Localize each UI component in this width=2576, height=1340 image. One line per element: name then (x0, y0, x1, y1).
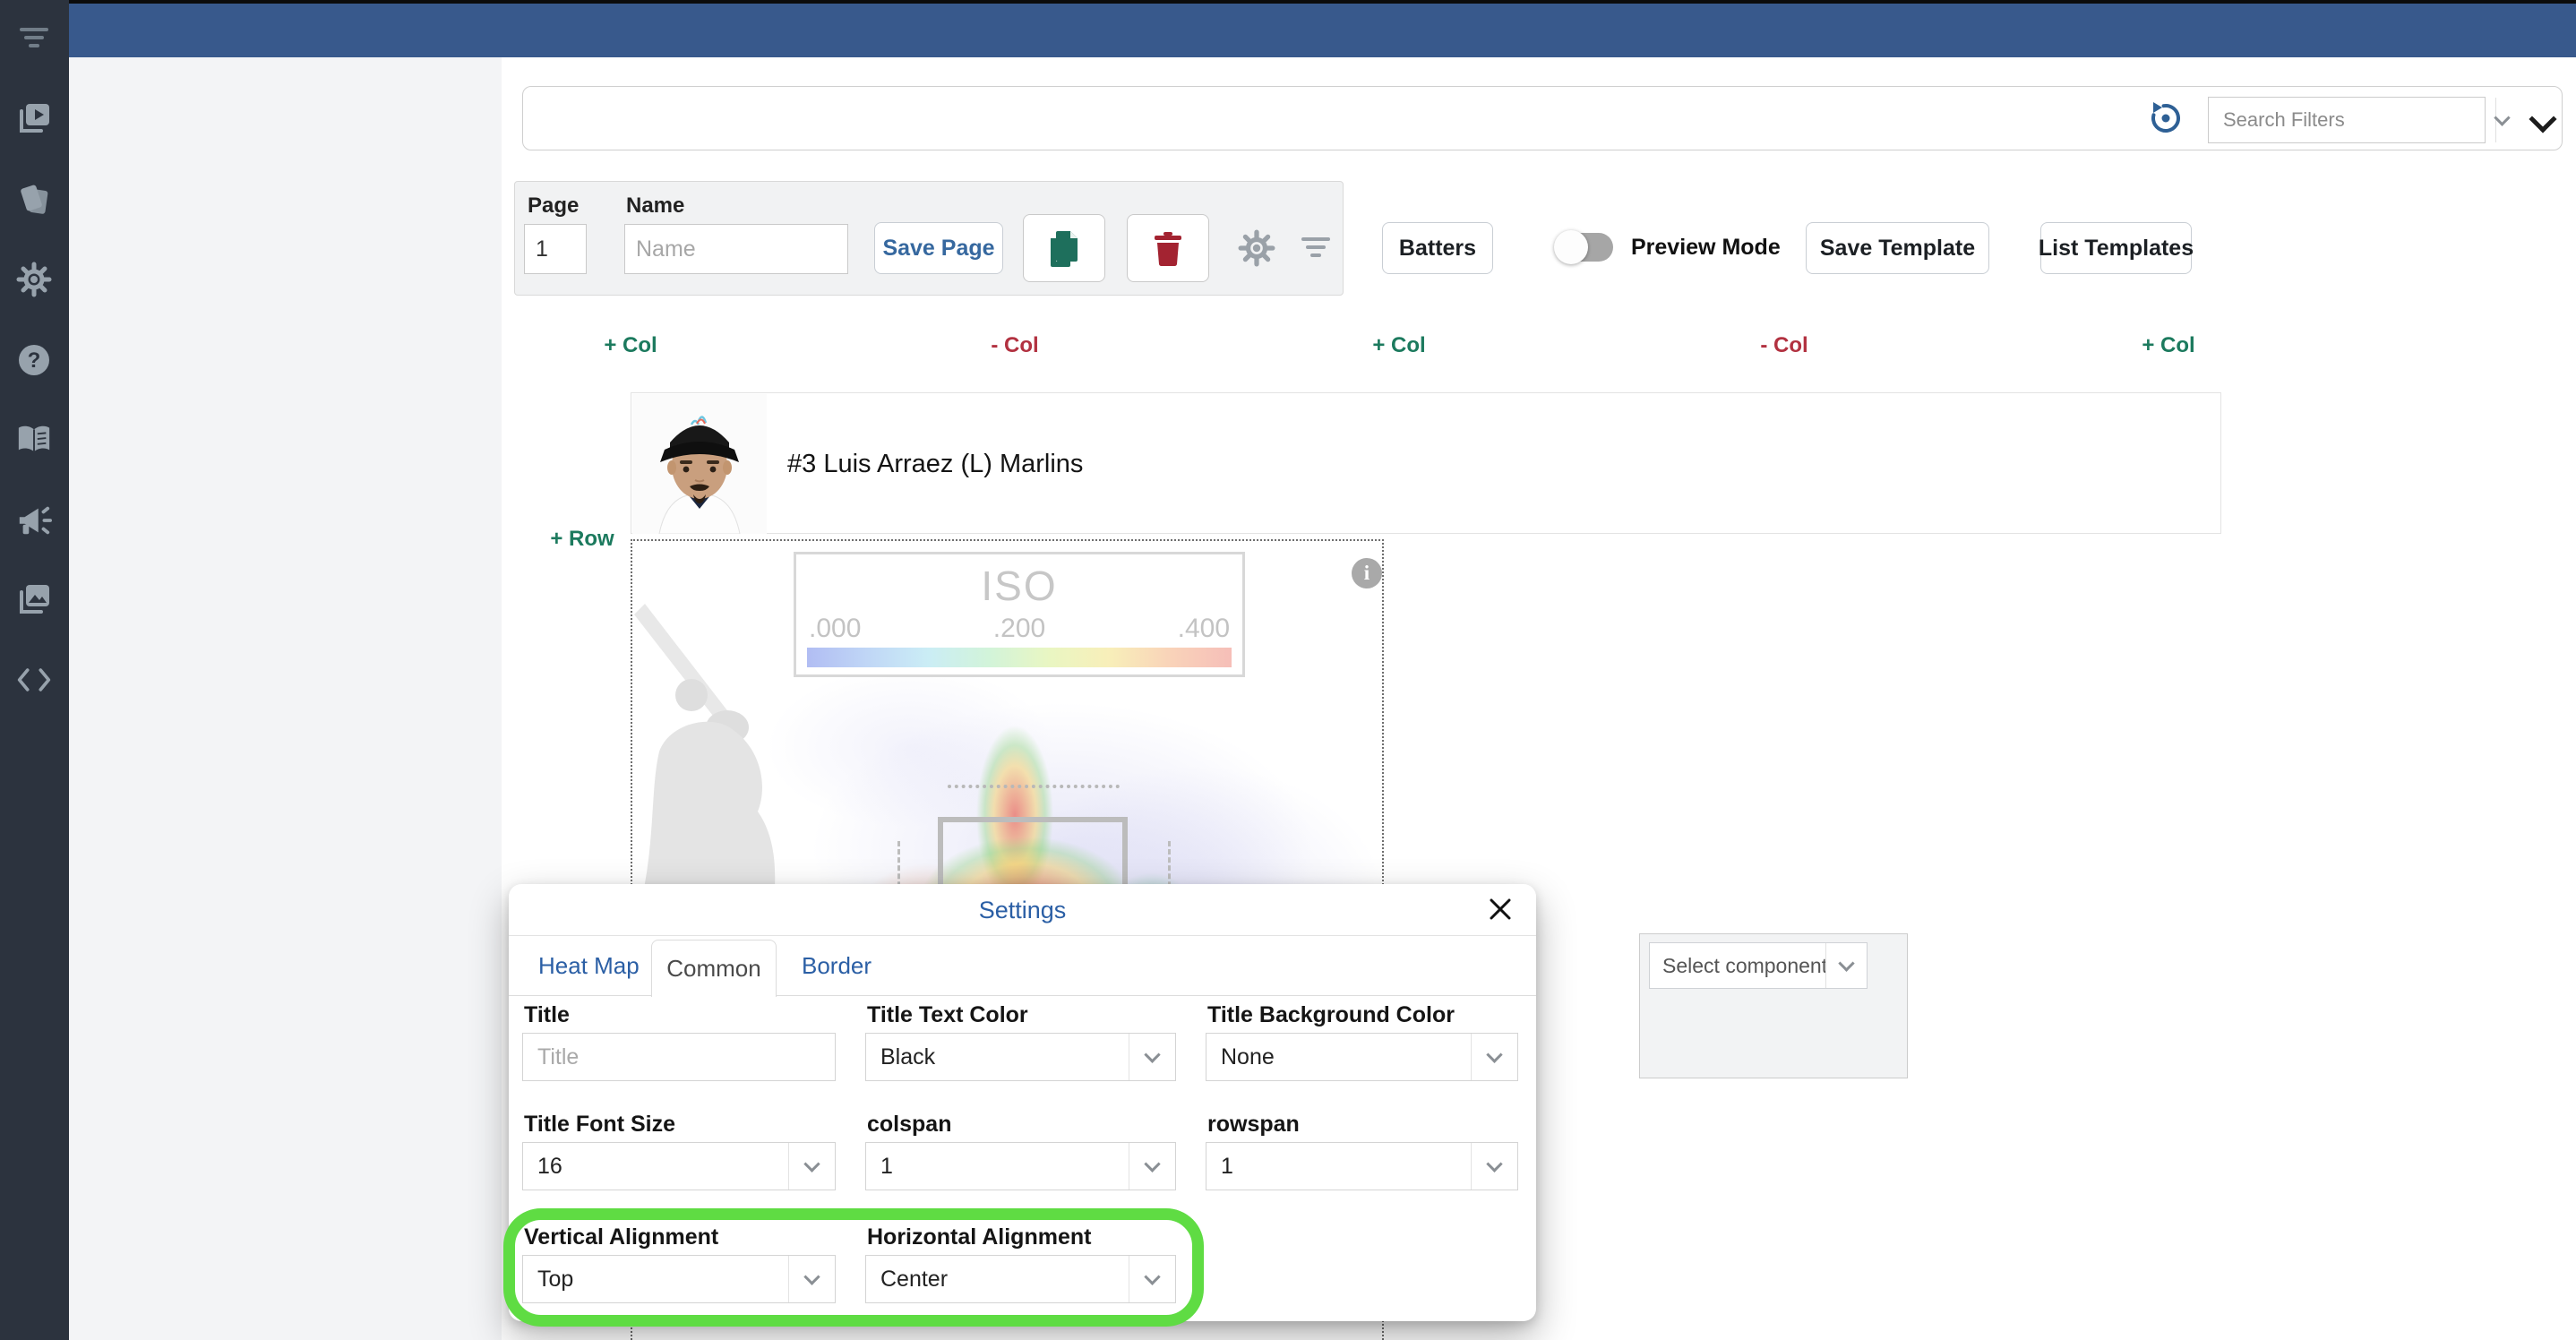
title-bg-color-value: None (1206, 1034, 1471, 1080)
report-sidebar (69, 57, 502, 1340)
add-col-link[interactable]: + Col (2142, 333, 2194, 358)
filter-history-icon[interactable] (2146, 99, 2185, 142)
vertical-alignment-value: Top (523, 1256, 788, 1302)
title-text-color-label: Title Text Color (867, 1002, 1028, 1028)
rowspan-label: rowspan (1207, 1112, 1300, 1138)
trash-icon (1153, 230, 1183, 266)
svg-text:?: ? (28, 348, 41, 373)
title-text-color-value: Black (866, 1034, 1129, 1080)
settings-modal: Settings Heat Map Common Border Title Ti… (509, 884, 1536, 1321)
settings-gear-icon[interactable] (16, 262, 52, 297)
close-icon[interactable] (1484, 893, 1516, 925)
colspan-select[interactable]: 1 (865, 1142, 1176, 1190)
horizontal-alignment-label: Horizontal Alignment (867, 1224, 1091, 1250)
colspan-label: colspan (867, 1112, 951, 1138)
code-icon[interactable] (16, 662, 52, 698)
heatmap-title: ISO (796, 562, 1242, 610)
heatmap-legend: ISO .000 .200 .400 (794, 552, 1245, 677)
chevron-down-icon (788, 1256, 835, 1302)
horizontal-alignment-value: Center (866, 1256, 1129, 1302)
vertical-alignment-select[interactable]: Top (522, 1255, 836, 1303)
video-library-icon[interactable] (16, 100, 52, 136)
chevron-down-icon (788, 1143, 835, 1190)
title-input[interactable] (522, 1033, 836, 1081)
title-font-size-label: Title Font Size (524, 1112, 675, 1138)
chevron-down-icon[interactable] (2495, 98, 2508, 142)
player-header-card: #3 Luis Arraez (L) Marlins (631, 392, 2221, 534)
chevron-down-icon (1129, 1034, 1175, 1080)
top-black-strip (0, 0, 2576, 4)
save-template-button[interactable]: Save Template (1806, 222, 1989, 274)
search-filters-combobox[interactable] (2208, 97, 2486, 143)
chevron-down-icon (1471, 1034, 1517, 1080)
remove-col-link[interactable]: - Col (991, 333, 1038, 358)
legend-tick-mid: .200 (796, 614, 1242, 644)
playbook-icon[interactable] (16, 422, 52, 458)
title-label: Title (524, 1002, 570, 1028)
tab-border[interactable]: Border (802, 936, 872, 996)
swatches-icon[interactable] (16, 181, 52, 217)
help-icon[interactable]: ? (16, 342, 52, 378)
player-photo (632, 394, 767, 534)
vertical-alignment-label: Vertical Alignment (524, 1224, 718, 1250)
add-col-link[interactable]: + Col (1372, 333, 1425, 358)
component-picker-panel: Select component (1639, 933, 1908, 1078)
delete-page-button[interactable] (1127, 214, 1209, 282)
rowspan-value: 1 (1206, 1143, 1471, 1190)
title-font-size-value: 16 (523, 1143, 788, 1190)
page-name-input[interactable] (624, 224, 848, 274)
toggle-knob (1554, 230, 1588, 264)
tab-common[interactable]: Common (651, 940, 777, 997)
remove-col-link[interactable]: - Col (1760, 333, 1807, 358)
preview-mode-label: Preview Mode (1631, 235, 1781, 261)
add-col-link[interactable]: + Col (604, 333, 657, 358)
modal-tabs: Heat Map Common Border (509, 936, 1536, 996)
copy-pages-icon (1047, 229, 1081, 267)
app-root: ? New Report New From Template Copy Repo… (0, 0, 2576, 1340)
top-header-bar (69, 0, 2576, 57)
add-row-link[interactable]: + Row (550, 527, 614, 552)
colspan-value: 1 (866, 1143, 1129, 1190)
component-select[interactable]: Select component (1649, 942, 1868, 989)
icon-rail: ? (0, 0, 69, 1340)
title-text-color-select[interactable]: Black (865, 1033, 1176, 1081)
tab-heat-map[interactable]: Heat Map (538, 936, 640, 996)
batters-button[interactable]: Batters (1382, 222, 1493, 274)
title-font-size-select[interactable]: 16 (522, 1142, 836, 1190)
legend-tick-max: .400 (1178, 614, 1230, 644)
announcements-icon[interactable] (16, 502, 52, 538)
preview-mode-toggle[interactable] (1558, 233, 1613, 262)
strikezone-top-dotted-line (948, 785, 1120, 788)
modal-title: Settings (509, 897, 1536, 924)
legend-gradient-bar (807, 648, 1232, 667)
duplicate-page-button[interactable] (1023, 214, 1105, 282)
player-name: #3 Luis Arraez (L) Marlins (787, 393, 1083, 535)
chevron-down-icon (1471, 1143, 1517, 1190)
filter-icon[interactable] (16, 20, 52, 56)
save-page-button[interactable]: Save Page (874, 222, 1003, 274)
chevron-down-icon (1129, 1256, 1175, 1302)
chevron-down-icon (1129, 1143, 1175, 1190)
info-icon[interactable]: i (1352, 558, 1382, 588)
page-label: Page (528, 193, 579, 219)
page-number-input[interactable] (524, 224, 587, 274)
horizontal-alignment-select[interactable]: Center (865, 1255, 1176, 1303)
name-label: Name (626, 193, 684, 219)
media-gallery-icon[interactable] (16, 581, 52, 617)
component-select-value: Select component (1650, 943, 1825, 988)
rowspan-select[interactable]: 1 (1206, 1142, 1518, 1190)
page-filter-icon[interactable] (1301, 235, 1331, 266)
search-filters-input[interactable] (2209, 98, 2495, 142)
page-settings-gear-icon[interactable] (1238, 229, 1275, 271)
title-bg-color-select[interactable]: None (1206, 1033, 1518, 1081)
chevron-down-icon (1825, 943, 1867, 988)
title-bg-color-label: Title Background Color (1207, 1002, 1455, 1028)
list-templates-button[interactable]: List Templates (2040, 222, 2192, 274)
